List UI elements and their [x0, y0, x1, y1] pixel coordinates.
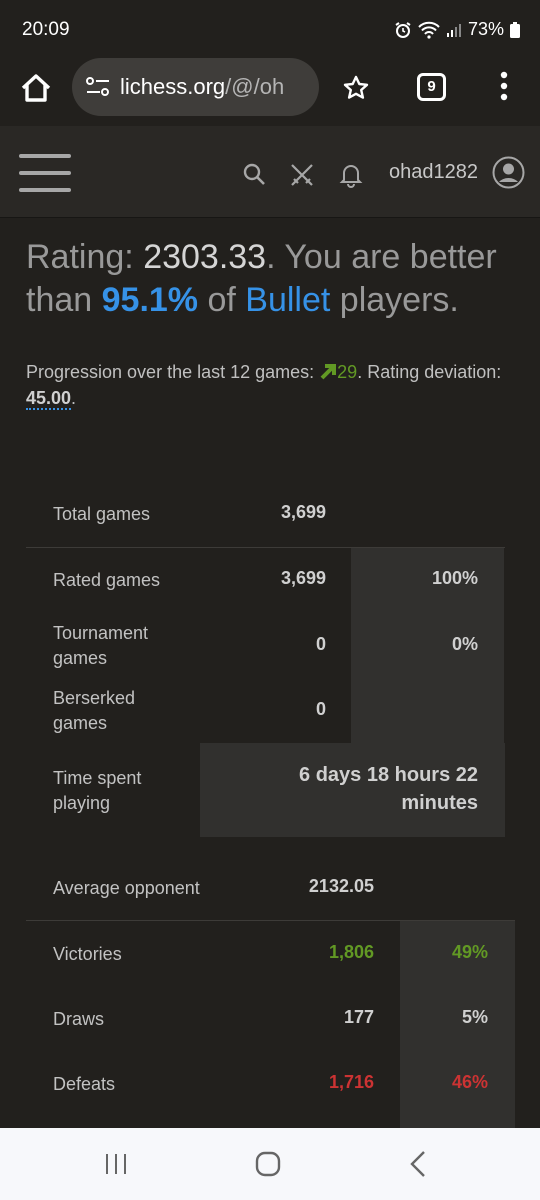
victories-percent: 49% — [451, 942, 488, 962]
table-row: Time spent playing 6 days 18 hours 22 mi… — [26, 764, 515, 818]
variant-link[interactable]: Bullet — [245, 281, 330, 319]
average-opponent-label: Average opponent — [53, 878, 200, 898]
rating-deviation[interactable]: 45.00 — [26, 388, 72, 410]
user-avatar-icon[interactable] — [492, 156, 525, 189]
url-text[interactable]: lichess.org/@/oh — [120, 74, 310, 100]
url-path: /@/oh — [225, 74, 285, 99]
crossed-swords-icon[interactable] — [289, 162, 315, 188]
signal-icon — [446, 23, 461, 37]
recent-apps-icon[interactable] — [104, 1152, 128, 1176]
system-navigation-bar — [0, 1128, 540, 1200]
home-button-icon[interactable] — [255, 1151, 281, 1177]
divider — [26, 547, 505, 548]
draws-label: Draws — [53, 1009, 105, 1029]
rating-of: of — [198, 281, 246, 319]
search-icon[interactable] — [242, 162, 266, 186]
progression-mid: . Rating deviation: — [357, 362, 502, 382]
tournament-games-label: Tournament games — [53, 623, 149, 668]
table-row: Draws 177 5% — [26, 1007, 515, 1037]
tournament-games-value: 0 — [315, 634, 326, 654]
rated-games-percent: 100% — [431, 568, 478, 588]
wifi-icon — [418, 21, 440, 39]
tournament-games-percent: 0% — [451, 634, 478, 654]
victories-value: 1,806 — [328, 942, 374, 962]
divider — [26, 920, 515, 921]
status-time: 20:09 — [22, 19, 70, 40]
rated-games-label: Rated games — [53, 570, 161, 590]
rating-value: 2303.33 — [143, 238, 267, 276]
up-arrow-icon — [320, 364, 337, 380]
rating-percentile: 95.1% — [101, 281, 199, 319]
table-row: Average opponent 2132.05 — [26, 876, 515, 906]
menu-burger-icon[interactable] — [19, 154, 71, 192]
battery-icon — [510, 21, 520, 38]
time-spent-label: Time spent playing — [53, 768, 142, 813]
defeats-value: 1,716 — [328, 1072, 374, 1092]
draws-percent: 5% — [461, 1007, 488, 1027]
rating-suffix: players. — [330, 281, 459, 319]
berserked-games-value: 0 — [315, 699, 326, 719]
notification-bell-icon[interactable] — [339, 162, 363, 188]
back-icon[interactable] — [408, 1150, 428, 1178]
average-opponent-value: 2132.05 — [308, 876, 374, 896]
status-bar: 20:09 73% — [0, 0, 540, 56]
table-row: Rated games 3,699 100% — [26, 568, 515, 598]
progression-delta: 29 — [337, 362, 358, 382]
total-games-value: 3,699 — [280, 502, 326, 522]
url-host: lichess.org — [120, 74, 226, 99]
tab-switcher-button[interactable]: 9 — [417, 73, 446, 101]
bookmark-star-icon[interactable] — [342, 74, 370, 102]
browser-toolbar: lichess.org/@/oh 9 — [0, 56, 540, 126]
progression-label: Progression over the last 12 games: — [26, 362, 320, 382]
table-row: Victories 1,806 49% — [26, 942, 515, 972]
status-icons: 73% — [394, 19, 520, 40]
rating-summary: Rating: 2303.33. You are better than 95.… — [26, 236, 526, 322]
defeats-label: Defeats — [53, 1074, 116, 1094]
address-bar[interactable]: lichess.org/@/oh — [72, 58, 319, 116]
table-row: Total games 3,699 — [26, 502, 515, 532]
progression-text: Progression over the last 12 games: 29. … — [26, 359, 521, 411]
berserked-games-label: Berserked games — [53, 688, 136, 733]
site-settings-icon[interactable] — [85, 76, 111, 98]
battery-percent: 73% — [467, 19, 504, 39]
table-row: Defeats 1,716 46% — [26, 1072, 515, 1102]
progression-end: . — [71, 388, 77, 408]
home-icon[interactable] — [18, 70, 54, 106]
rated-games-value: 3,699 — [280, 568, 326, 588]
victories-label: Victories — [53, 944, 122, 964]
alarm-icon — [395, 21, 411, 38]
more-options-icon[interactable] — [500, 71, 508, 101]
table-row: Tournament games 0 0% — [26, 621, 515, 673]
table-row: Berserked games 0 — [26, 686, 515, 738]
time-spent-value: 6 days 18 hours 22 minutes — [299, 764, 478, 814]
rating-prefix: Rating: — [26, 238, 144, 276]
total-games-label: Total games — [53, 504, 151, 524]
username-link[interactable]: ohad1282 — [389, 161, 478, 184]
draws-value: 177 — [343, 1007, 374, 1027]
defeats-percent: 46% — [451, 1072, 488, 1092]
site-header: ohad1282 — [0, 126, 540, 218]
